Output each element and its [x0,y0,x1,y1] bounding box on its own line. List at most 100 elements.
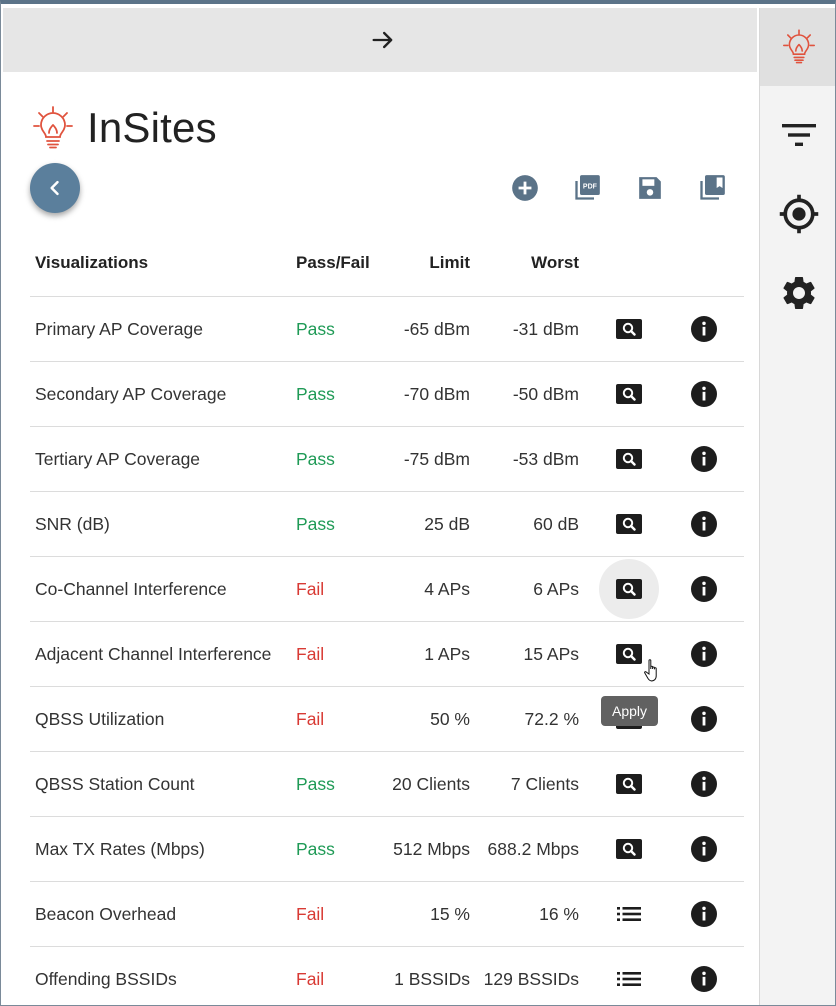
back-button[interactable] [30,163,80,213]
library-icon [700,175,725,200]
limit-value: 25 dB [424,513,470,534]
status-badge: Pass [296,838,335,859]
table-row: Tertiary AP Coverage Pass -75 dBm -53 dBm [30,427,744,492]
search-icon [616,319,642,339]
search-icon [616,449,642,469]
settings-gear-icon [783,276,815,309]
chevron-left-icon [50,180,59,196]
sidebar-item-filter[interactable] [760,105,835,165]
table-row: Max TX Rates (Mbps) Pass 512 Mbps 688.2 Mbp… [30,817,744,882]
arrow-right-icon[interactable] [369,26,397,54]
search-icon [616,839,642,859]
sidebar-item-settings[interactable] [760,263,835,323]
status-badge: Fail [296,903,325,924]
limit-value: -65 dBm [403,318,470,339]
info-icon[interactable] [691,381,717,407]
app-window: InSites PDF Visualizations Pass/Fail Lim… [0,0,836,1006]
table-row: SNR (dB) Pass 25 dB 60 dB [30,492,744,557]
limit-value: 20 Clients [392,773,470,794]
page-header: InSites [33,102,217,154]
lightbulb-icon [33,106,73,149]
worst-value: 129 BSSIDs [483,968,579,989]
table-row: Co-Channel Interference Fail 4 APs 6 APs [30,557,744,622]
limit-value: 1 APs [424,643,470,664]
worst-value: 688.2 Mbps [487,838,579,859]
visualization-name: Max TX Rates (Mbps) [35,838,205,859]
info-icon[interactable] [691,641,717,667]
worst-value: -53 dBm [512,448,579,469]
list-icon [616,970,642,988]
limit-value: 50 % [430,708,470,729]
apply-tooltip: Apply [601,696,658,726]
status-badge: Fail [296,643,325,664]
apply-search-button[interactable] [615,513,643,535]
search-icon [616,514,642,534]
status-badge: Pass [296,448,335,469]
info-icon[interactable] [691,836,717,862]
apply-search-button[interactable] [615,643,643,665]
svg-text:PDF: PDF [583,184,598,191]
info-icon[interactable] [691,446,717,472]
info-icon[interactable] [691,901,717,927]
visualization-name: Adjacent Channel Interference [35,643,272,664]
limit-value: -70 dBm [403,383,470,404]
page-title: InSites [87,104,217,151]
apply-search-button[interactable] [615,383,643,405]
apply-search-button[interactable] [615,838,643,860]
status-badge: Pass [296,318,335,339]
header-visualizations[interactable]: Visualizations [30,253,293,273]
insites-bulb-icon [783,29,815,64]
visualization-name: Tertiary AP Coverage [35,448,201,469]
limit-value: 512 Mbps [393,838,470,859]
info-icon[interactable] [691,316,717,342]
save-icon [639,177,661,199]
status-badge: Pass [296,513,335,534]
search-icon [616,774,642,794]
worst-value: -31 dBm [512,318,579,339]
table-row: Primary AP Coverage Pass -65 dBm -31 dBm [30,297,744,362]
apply-search-button[interactable] [615,448,643,470]
worst-value: 6 APs [533,578,579,599]
table-row: Beacon Overhead Fail 15 % 16 % [30,882,744,947]
sidebar-item-location[interactable] [760,184,835,244]
apply-list-button[interactable] [615,968,643,990]
worst-value: 16 % [539,903,579,924]
info-icon[interactable] [691,511,717,537]
info-icon[interactable] [691,966,717,992]
apply-search-button[interactable] [615,318,643,340]
worst-value: 15 APs [523,643,579,664]
status-badge: Fail [296,708,325,729]
limit-value: 15 % [430,903,470,924]
list-icon [616,905,642,923]
visualizations-table: Visualizations Pass/Fail Limit Worst Pri… [30,230,744,1005]
apply-list-button[interactable] [615,903,643,925]
info-icon[interactable] [691,576,717,602]
insites-panel: InSites PDF Visualizations Pass/Fail Lim… [3,72,757,1005]
status-badge: Fail [296,578,325,599]
visualization-name: Co-Channel Interference [35,578,227,599]
save-button[interactable] [635,173,665,203]
table-row: QBSS Station Count Pass 20 Clients 7 Client… [30,752,744,817]
right-sidebar [759,8,835,1005]
filter-icon [782,124,816,146]
library-button[interactable] [697,173,727,203]
apply-search-button[interactable] [615,578,643,600]
apply-search-button[interactable] [615,773,643,795]
worst-value: 72.2 % [524,708,579,729]
pdf-icon: PDF [575,175,600,200]
export-pdf-button[interactable]: PDF [572,173,602,203]
table-row: Adjacent Channel Interference Fail 1 APs 15… [30,622,744,687]
add-button[interactable] [510,173,540,203]
search-icon [616,579,642,599]
visualization-name: Beacon Overhead [35,903,177,924]
header-pass-fail[interactable]: Pass/Fail [293,253,375,273]
header-limit[interactable]: Limit [375,253,470,273]
info-icon[interactable] [691,771,717,797]
sidebar-item-insites[interactable] [760,8,835,86]
header-worst[interactable]: Worst [470,253,579,273]
status-badge: Pass [296,383,335,404]
visualization-name: SNR (dB) [35,513,110,534]
table-header: Visualizations Pass/Fail Limit Worst [30,230,744,297]
info-icon[interactable] [691,706,717,732]
table-row: Secondary AP Coverage Pass -70 dBm -50 dBm [30,362,744,427]
